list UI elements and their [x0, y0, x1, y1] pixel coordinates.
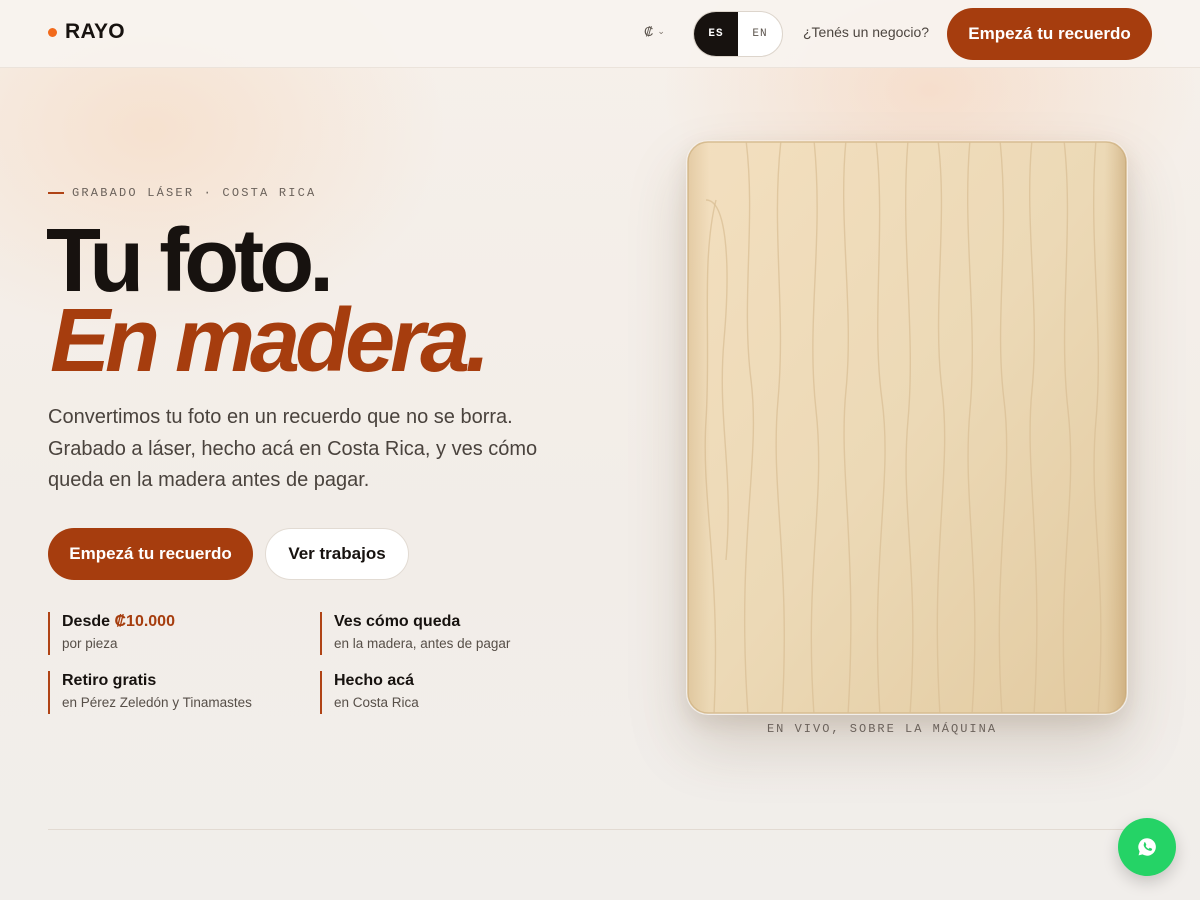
feature-price: Desde ₡10.000 por pieza [48, 612, 175, 655]
price-prefix: Desde [62, 613, 111, 630]
hero-title-line2: En madera. [50, 291, 490, 391]
feature-title: Retiro gratis [62, 672, 157, 689]
business-link[interactable]: ¿Tenés un negocio? [803, 24, 929, 40]
site-header: RAYO ₡ ⌄ ES EN ¿Tenés un negocio? Empezá… [0, 0, 1200, 68]
hero-description: Convertimos tu foto en un recuerdo que n… [48, 406, 538, 491]
hero-eyebrow: GRABADO LÁSER · COSTA RICA [48, 186, 316, 200]
feature-preview: Ves cómo queda en la madera, antes de pa… [320, 612, 510, 655]
wood-preview-panel [687, 141, 1127, 714]
language-toggle: ES EN [693, 11, 783, 57]
feature-local: Hecho acá en Costa Rica [320, 671, 419, 714]
eyebrow-dash [48, 192, 64, 194]
whatsapp-button[interactable] [1118, 818, 1176, 876]
chevron-down-icon: ⌄ [657, 26, 665, 36]
currency-selector[interactable]: ₡ ⌄ [644, 24, 665, 39]
feature-title: Desde ₡10.000 [62, 612, 175, 632]
start-memory-button[interactable]: Empezá tu recuerdo [48, 528, 253, 580]
feature-pickup: Retiro gratis en Pérez Zeledón y Tinamas… [48, 671, 252, 714]
feature-subtitle: en Pérez Zeledón y Tinamastes [62, 695, 252, 710]
dot-icon [48, 27, 57, 37]
view-works-button[interactable]: Ver trabajos [265, 528, 409, 580]
preview-caption: EN VIVO, SOBRE LA MÁQUINA [766, 722, 998, 736]
section-divider [48, 829, 1152, 830]
feature-title: Ves cómo queda [334, 613, 461, 630]
brand-name: RAYO [65, 20, 125, 43]
feature-subtitle: en Costa Rica [334, 695, 419, 710]
header-cta-button[interactable]: Empezá tu recuerdo [947, 8, 1152, 60]
feature-subtitle: en la madera, antes de pagar [334, 636, 511, 651]
price-value: ₡10.000 [114, 613, 175, 630]
whatsapp-icon [1138, 838, 1156, 856]
feature-title: Hecho acá [334, 672, 415, 689]
eyebrow-text: GRABADO LÁSER · COSTA RICA [72, 186, 317, 200]
brand-logo[interactable]: RAYO [48, 20, 125, 44]
feature-subtitle: por pieza [62, 636, 118, 651]
currency-symbol: ₡ [644, 24, 654, 39]
lang-en-button[interactable]: EN [738, 12, 782, 56]
lang-es-button[interactable]: ES [694, 12, 738, 56]
